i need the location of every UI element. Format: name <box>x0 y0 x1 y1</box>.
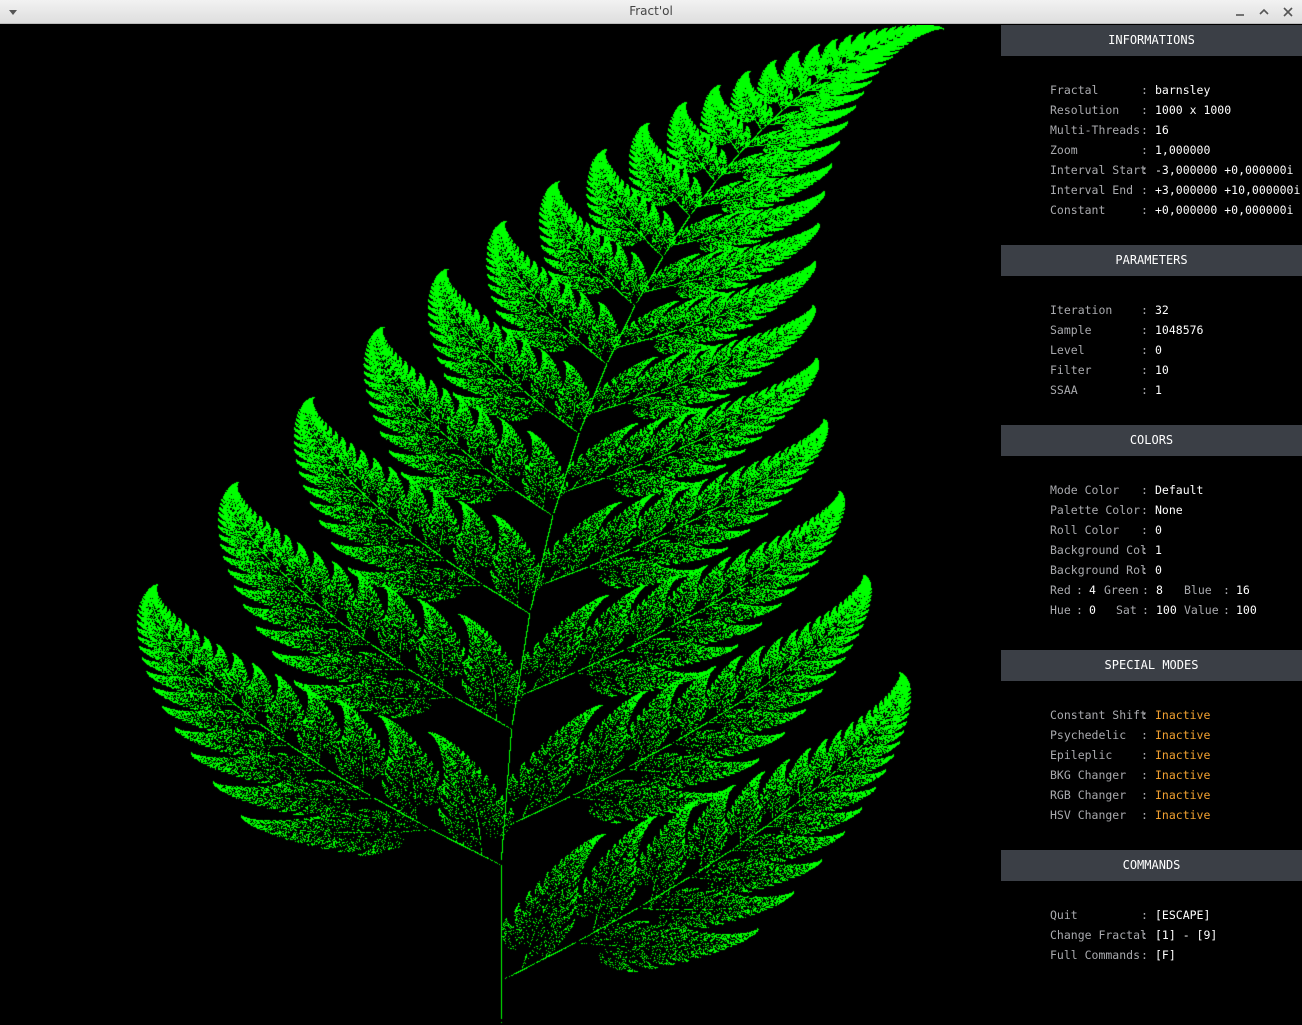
commands-rows: Quit: [ESCAPE] Change Fractal: [1] - [9] F… <box>1050 905 1217 965</box>
mode-row-rgb-changer: RGB Changer: Inactive <box>1050 788 1211 802</box>
colors-rows: Mode Color: Default Palette Color: None Ro… <box>1050 480 1257 620</box>
parameters-header: PARAMETERS <box>1001 245 1302 276</box>
special-modes-header: SPECIAL MODES <box>1001 650 1302 681</box>
maximize-icon[interactable] <box>1256 4 1272 20</box>
param-row-level: Level:0 <box>1050 343 1162 357</box>
param-row-ssaa: SSAA:1 <box>1050 383 1162 397</box>
info-row-interval-start: Interval Start: -3,000000 +0,000000i <box>1050 163 1294 177</box>
mode-row-epileplic: Epileplic: Inactive <box>1050 748 1211 762</box>
color-row-palette: Palette Color: None <box>1050 503 1183 517</box>
color-row-roll: Roll Color:0 <box>1050 523 1162 537</box>
commands-header: COMMANDS <box>1001 850 1302 881</box>
window-titlebar: Fract'ol <box>0 0 1302 24</box>
param-row-iteration: Iteration:32 <box>1050 303 1169 317</box>
param-row-sample: Sample:1048576 <box>1050 323 1204 337</box>
param-row-filter: Filter:10 <box>1050 363 1169 377</box>
colors-header: COLORS <box>1001 425 1302 456</box>
mode-row-hsv-changer: HSV Changer: Inactive <box>1050 808 1211 822</box>
info-row-resolution: Resolution:1000 x 1000 <box>1050 103 1232 117</box>
mode-row-psychedelic: Psychedelic: Inactive <box>1050 728 1211 742</box>
info-row-constant: Constant: +0,000000 +0,000000i <box>1050 203 1294 217</box>
color-row-hsv: Hue : 0 Sat : 100 Value : 100 <box>1050 603 1257 617</box>
info-row-zoom: Zoom:1,000000 <box>1050 143 1211 157</box>
window-title: Fract'ol <box>629 4 673 18</box>
info-row-fractal: Fractal: barnsley <box>1050 83 1211 97</box>
cmd-row-full-commands: Full Commands: [F] <box>1050 948 1176 962</box>
info-row-interval-end: Interval End: +3,000000 +10,000000i <box>1050 183 1301 197</box>
info-panel: INFORMATIONS Fractal: barnsley Resolution… <box>1001 25 1302 1025</box>
fractal-view[interactable] <box>1 25 1001 1025</box>
color-row-rgb: Red : 4 Green : 8 Blue : 16 <box>1050 583 1250 597</box>
close-icon[interactable] <box>1280 4 1296 20</box>
cmd-row-change-fractal: Change Fractal: [1] - [9] <box>1050 928 1218 942</box>
mode-row-bkg-changer: BKG Changer: Inactive <box>1050 768 1211 782</box>
color-row-bg-rol: Background Rol: 0 <box>1050 563 1162 577</box>
info-row-threads: Multi-Threads: 16 <box>1050 123 1169 137</box>
minimize-icon[interactable] <box>1232 4 1248 20</box>
special-modes-rows: Constant Shift: Inactive Psychedelic: Inac… <box>1050 705 1210 825</box>
color-row-mode: Mode Color: Default <box>1050 483 1204 497</box>
parameters-rows: Iteration:32 Sample:1048576 Level:0 Filt… <box>1050 300 1203 400</box>
informations-rows: Fractal: barnsley Resolution:1000 x 1000 … <box>1050 80 1300 220</box>
barnsley-fern-canvas[interactable] <box>1 25 1001 1025</box>
color-row-bg-col: Background Col: 1 <box>1050 543 1162 557</box>
informations-header: INFORMATIONS <box>1001 25 1302 56</box>
mode-row-constant-shift: Constant Shift: Inactive <box>1050 708 1211 722</box>
cmd-row-quit: Quit: [ESCAPE] <box>1050 908 1211 922</box>
